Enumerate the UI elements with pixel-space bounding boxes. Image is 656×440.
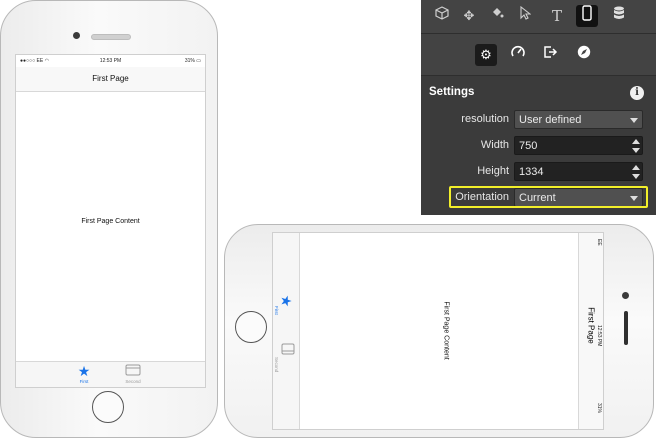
square-icon — [279, 342, 295, 356]
phone-icon[interactable] — [576, 5, 598, 27]
status-bar: ●●○○○ EE ◠ 12:53 PM 31% ▭ — [16, 55, 205, 67]
tab-label: First — [79, 379, 89, 384]
page-content: First Page Content — [442, 301, 450, 360]
width-input[interactable]: 750 — [514, 136, 643, 155]
square-icon — [113, 364, 153, 378]
status-time: 12:53 PM — [99, 58, 122, 64]
status-time: 12:53 PM — [596, 325, 602, 347]
compass-icon[interactable] — [573, 44, 595, 66]
home-button — [92, 391, 124, 423]
battery-label: 31% — [596, 403, 602, 414]
top-toolbar: ✥ T — [421, 0, 656, 34]
width-label: Width — [480, 139, 509, 151]
nav-title: First Page — [92, 74, 129, 83]
resolution-value: User defined — [519, 114, 582, 126]
tab-bar: ★ First Second — [273, 233, 300, 429]
carrier-label: EE — [596, 239, 602, 246]
portrait-phone-preview: ●●○○○ EE ◠ 12:53 PM 31% ▭ First Page Fir… — [0, 0, 218, 438]
section-title: Settings — [429, 86, 475, 98]
cursor-icon[interactable] — [514, 5, 536, 27]
resolution-label: resolution — [461, 113, 509, 125]
device-settings-panel: ✥ T ⚙ Settings i resolution User defined — [421, 0, 656, 215]
secondary-toolbar: ⚙ — [421, 34, 656, 76]
star-icon: ★ — [278, 294, 295, 308]
earpiece-speaker — [624, 311, 628, 345]
cube-icon[interactable] — [431, 5, 453, 27]
navigation-bar: First Page — [16, 67, 205, 92]
height-value: 1334 — [519, 166, 544, 178]
stepper-icon[interactable] — [632, 139, 640, 153]
tab-label: Second — [125, 379, 141, 384]
database-icon[interactable] — [608, 5, 630, 27]
text-icon[interactable]: T — [546, 5, 568, 27]
landscape-phone-preview: ★ First Second First Page Content First … — [224, 224, 654, 438]
gauge-icon[interactable] — [507, 44, 529, 66]
resolution-select[interactable]: User defined — [514, 110, 643, 129]
front-camera — [73, 32, 80, 39]
tab-first[interactable]: ★ First — [64, 364, 104, 384]
battery-icon: ▭ — [196, 58, 201, 64]
portrait-screen: ●●○○○ EE ◠ 12:53 PM 31% ▭ First Page Fir… — [15, 54, 206, 388]
tab-bar: ★ First Second — [16, 361, 205, 387]
info-icon[interactable]: i — [630, 86, 644, 100]
tab-second[interactable]: Second — [113, 364, 153, 384]
home-button — [235, 311, 267, 343]
export-icon[interactable] — [539, 44, 561, 66]
width-value: 750 — [519, 140, 538, 152]
earpiece-speaker — [91, 34, 131, 40]
orientation-highlight — [449, 186, 648, 208]
page-content: First Page Content — [81, 218, 140, 225]
gear-icon[interactable]: ⚙ — [475, 44, 497, 66]
landscape-screen: ★ First Second First Page Content First … — [272, 232, 604, 430]
stepper-icon[interactable] — [632, 165, 640, 179]
status-bar: EE 12:53 PM 31% — [591, 233, 603, 429]
tab-first[interactable]: ★ First — [273, 294, 299, 324]
paint-bucket-icon[interactable] — [486, 5, 508, 27]
tab-second[interactable]: Second — [273, 341, 299, 373]
star-icon: ★ — [77, 363, 91, 379]
height-input[interactable]: 1334 — [514, 162, 643, 181]
battery-label: 31% — [184, 58, 195, 64]
navigation-bar: First Page EE 12:53 PM 31% — [578, 233, 603, 429]
tab-label: First — [274, 306, 279, 315]
height-label: Height — [477, 165, 509, 177]
move-icon[interactable]: ✥ — [458, 5, 480, 27]
front-camera — [622, 292, 629, 299]
chevron-down-icon — [630, 118, 638, 123]
tab-label: Second — [274, 357, 279, 373]
